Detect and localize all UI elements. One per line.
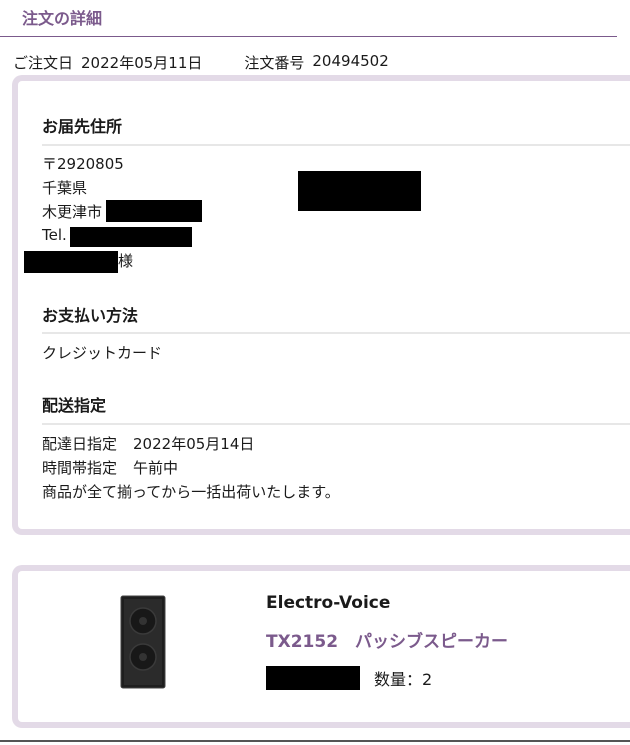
order-meta: ご注文日 2022年05月11日 注文番号 20494502 (13, 52, 389, 73)
speaker-image[interactable] (120, 595, 166, 689)
delivery-date-label: 配達日指定 (42, 435, 118, 453)
order-info-card: お届先住所 〒2920805 千葉県 木更津市 Tel. 様 お支払い方法 クレ… (12, 75, 630, 535)
payment-method: クレジットカード (42, 344, 163, 362)
delivery-date: 2022年05月14日 (133, 435, 255, 453)
redacted-block (298, 171, 421, 211)
order-date-label: ご注文日 (13, 54, 74, 72)
quantity-label: 数量： (374, 670, 423, 689)
delivery-note: 商品が全て揃ってから一括出荷いたします。 (42, 483, 340, 501)
delivery-time-label: 時間帯指定 (42, 459, 118, 477)
quantity-value: 2 (422, 670, 433, 689)
redacted-tel (70, 227, 192, 247)
delivery-date-line: 配達日指定 2022年05月14日 (42, 433, 254, 454)
product-brand: Electro-Voice (266, 593, 391, 613)
redacted-name (24, 251, 118, 273)
shipping-address-heading: お届先住所 (42, 117, 123, 136)
section-divider (42, 423, 630, 425)
payment-heading: お支払い方法 (42, 306, 139, 325)
product-card: Electro-Voice TX2152 パッシブスピーカー 数量：2 (12, 565, 630, 728)
order-number-label: 注文番号 (244, 54, 305, 72)
city: 木更津市 (42, 201, 102, 222)
honorific: 様 (118, 252, 134, 270)
city-label: 木更津市 (42, 203, 103, 221)
quantity: 数量：2 (374, 666, 432, 690)
footer-divider (0, 740, 630, 742)
product-name-link[interactable]: TX2152 パッシブスピーカー (266, 627, 508, 652)
order-date: 2022年05月11日 (81, 54, 203, 72)
postal-code: 〒2920805 (42, 155, 124, 173)
tel-line: Tel. (42, 226, 67, 244)
prefecture: 千葉県 (42, 179, 88, 197)
order-number: 20494502 (312, 52, 389, 70)
redacted-address (106, 200, 202, 222)
section-divider (42, 144, 630, 146)
redacted-price (266, 666, 360, 690)
delivery-heading: 配送指定 (42, 396, 107, 415)
section-divider (42, 332, 630, 334)
delivery-time: 午前中 (133, 459, 179, 477)
title-divider (0, 36, 617, 37)
page-title: 注文の詳細 (22, 9, 103, 28)
delivery-time-line: 時間帯指定 午前中 (42, 457, 178, 478)
tel-label: Tel. (42, 226, 67, 244)
